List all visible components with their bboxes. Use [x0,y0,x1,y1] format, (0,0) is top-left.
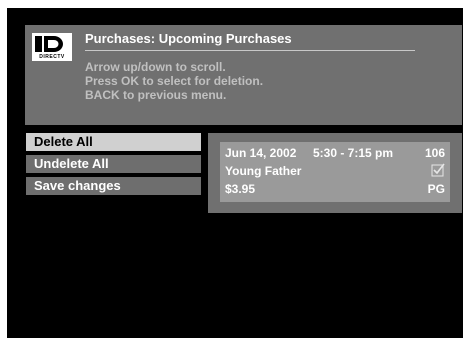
tv-screen: DIRECTV Purchases: Upcoming Purchases Ar… [7,8,463,338]
purchase-title: Young Father [225,164,302,178]
checkbox-checked-icon[interactable] [431,163,445,180]
directv-logo: DIRECTV [32,33,72,61]
purchase-row-price: $3.95 PG [225,182,445,198]
header-panel: DIRECTV Purchases: Upcoming Purchases Ar… [25,25,462,125]
title-divider [85,50,415,51]
logo-text: DIRECTV [39,54,65,60]
undelete-all-button[interactable]: Undelete All [26,155,201,173]
save-changes-button[interactable]: Save changes [26,177,201,195]
purchase-row-title: Young Father [225,163,445,180]
action-menu: Delete All Undelete All Save changes [26,133,201,199]
purchases-list-panel: Jun 14, 2002 5:30 - 7:15 pm 106 Young Fa… [208,133,462,213]
purchase-time: 5:30 - 7:15 pm [313,146,394,160]
directv-logo-icon [35,36,63,52]
purchase-rating: PG [427,182,445,196]
instruction-line: BACK to previous menu. [85,88,227,102]
page-title: Purchases: Upcoming Purchases [85,31,292,46]
delete-all-button[interactable]: Delete All [26,133,201,151]
purchase-entry[interactable]: Jun 14, 2002 5:30 - 7:15 pm 106 Young Fa… [220,142,450,202]
instruction-line: Press OK to select for deletion. [85,74,264,88]
purchase-price: $3.95 [225,182,256,196]
purchase-row-schedule: Jun 14, 2002 5:30 - 7:15 pm 106 [225,146,445,162]
instruction-line: Arrow up/down to scroll. [85,60,226,74]
purchase-channel: 106 [424,146,445,160]
purchase-date: Jun 14, 2002 [225,146,297,160]
